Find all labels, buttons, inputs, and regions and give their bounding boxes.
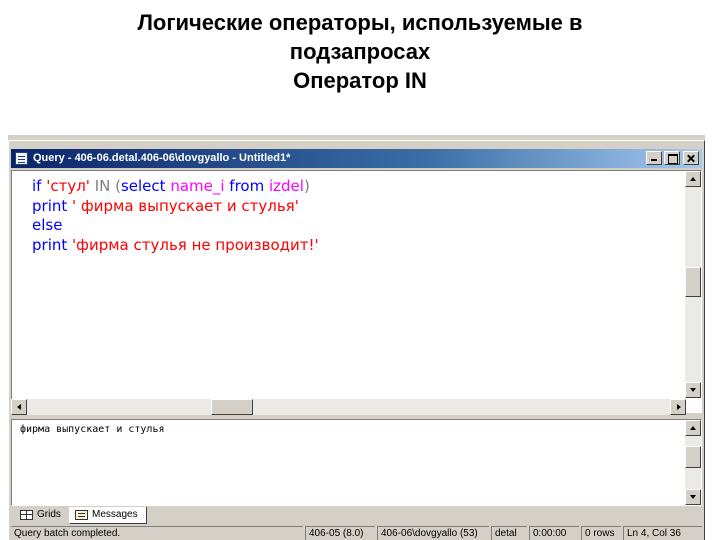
code-line: else: [32, 216, 319, 236]
status-time: 0:00:00: [529, 526, 579, 540]
tab-grids-label: Grids: [37, 509, 61, 520]
code-token: ): [303, 177, 310, 195]
minimize-button[interactable]: [646, 151, 662, 165]
query-editor[interactable]: if 'стул' IN (select name_i from izdel) p…: [11, 170, 702, 413]
code-token: 'фирма стулья не производит!': [72, 235, 319, 254]
editor-vertical-scrollbar[interactable]: [685, 171, 701, 398]
scroll-down-arrow-icon[interactable]: [685, 382, 701, 398]
scroll-right-arrow-icon[interactable]: [670, 399, 686, 415]
status-database: detal: [491, 526, 527, 540]
tab-messages[interactable]: Messages: [69, 507, 147, 524]
slide-title: Логические операторы, используемые в под…: [0, 8, 720, 95]
sql-code[interactable]: if 'стул' IN (select name_i from izdel) p…: [32, 177, 319, 255]
messages-icon: [75, 510, 88, 520]
tab-messages-label: Messages: [92, 509, 138, 520]
scroll-up-arrow-icon[interactable]: [685, 171, 701, 187]
slide-title-line-2: подзапросах: [289, 39, 431, 64]
results-vertical-scrollbar[interactable]: [685, 420, 701, 505]
scroll-left-arrow-icon[interactable]: [11, 399, 27, 415]
query-document-icon: [15, 152, 28, 165]
code-line: if 'стул' IN (select name_i from izdel): [32, 177, 319, 197]
window-title: Query - 406-06.detal.406-06\dovgyallo - …: [33, 152, 291, 164]
editor-vertical-scroll-thumb[interactable]: [685, 267, 701, 297]
status-cursor-position: Ln 4, Col 36: [623, 526, 702, 540]
results-scroll-down-arrow-icon[interactable]: [685, 489, 701, 505]
status-rows: 0 rows: [581, 526, 621, 540]
status-message: Query batch completed.: [11, 526, 303, 540]
window-titlebar[interactable]: Query - 406-06.detal.406-06\dovgyallo - …: [11, 149, 702, 168]
grid-icon: [20, 510, 33, 520]
results-vertical-scroll-thumb[interactable]: [685, 446, 701, 468]
code-token: else: [32, 216, 63, 234]
code-token: name_i: [170, 177, 230, 195]
slide-title-line-3: Оператор IN: [293, 68, 427, 93]
code-token: print: [32, 196, 73, 215]
tab-grids[interactable]: Grids: [15, 507, 67, 524]
editor-horizontal-scrollbar[interactable]: [11, 399, 686, 415]
maximize-button[interactable]: [664, 151, 680, 165]
code-line: print ' фирма выпускает и стулья': [32, 197, 319, 217]
code-token: if: [32, 177, 47, 195]
query-window[interactable]: Query - 406-06.detal.406-06\dovgyallo - …: [8, 140, 705, 540]
slide-title-line-1: Логические операторы, используемые в: [137, 10, 583, 35]
status-user: 406-06\dovgyallo (53): [377, 526, 489, 540]
code-token: ' фирма выпускает и стулья': [72, 196, 299, 215]
status-bar: Query batch completed. 406-05 (8.0) 406-…: [11, 526, 702, 540]
code-token: from: [229, 177, 269, 195]
result-tabs: Grids Messages: [11, 507, 702, 525]
results-pane[interactable]: фирма выпускает и стулья: [11, 419, 702, 506]
code-token: print: [32, 235, 73, 254]
result-message: фирма выпускает и стулья: [20, 424, 165, 435]
results-scroll-up-arrow-icon[interactable]: [685, 420, 701, 436]
code-token: izdel: [268, 177, 304, 195]
close-button[interactable]: [683, 151, 699, 165]
status-server: 406-05 (8.0): [305, 526, 375, 540]
code-token: select: [120, 177, 171, 195]
editor-horizontal-scroll-thumb[interactable]: [211, 399, 253, 415]
code-token: IN (: [89, 177, 121, 195]
code-token: 'стул': [46, 177, 90, 195]
code-line: print 'фирма стулья не производит!': [32, 236, 319, 256]
